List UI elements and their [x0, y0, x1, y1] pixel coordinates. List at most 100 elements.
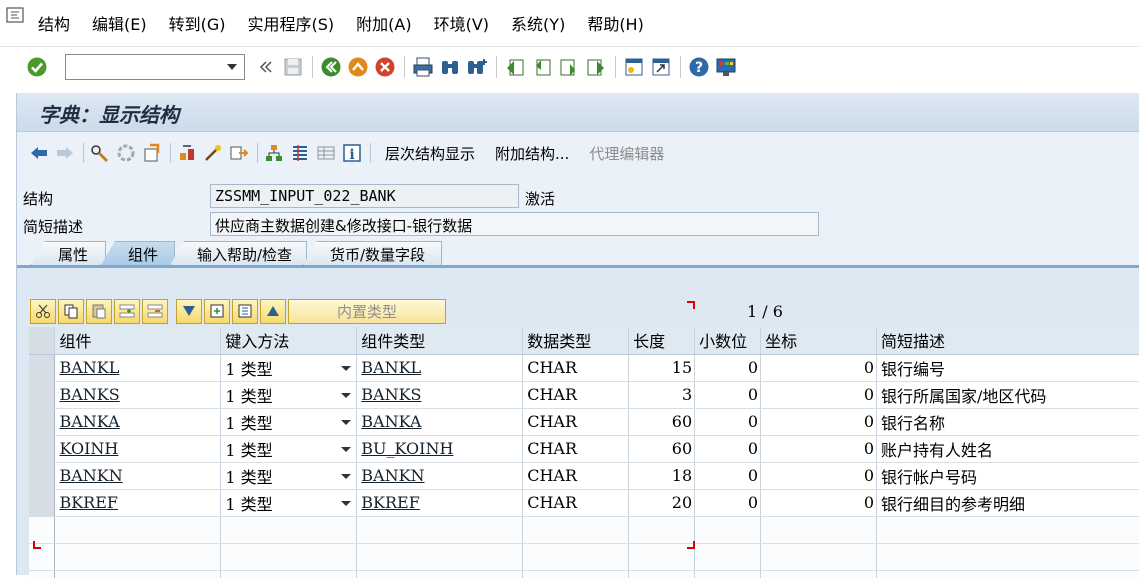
menu-extras[interactable]: 附加(A) — [345, 11, 422, 35]
dropdown-arrow-icon[interactable] — [341, 365, 352, 371]
filter-up-icon[interactable] — [260, 298, 286, 324]
row-selector[interactable] — [29, 408, 56, 436]
component-type-cell[interactable]: BANKL — [356, 354, 524, 382]
row-selector[interactable] — [29, 381, 56, 409]
exit-icon[interactable] — [345, 54, 370, 79]
dropdown-arrow-icon[interactable] — [341, 446, 352, 452]
decimals-cell[interactable]: 0 — [694, 462, 762, 490]
tab-components[interactable]: 组件 — [101, 241, 175, 265]
component-type-cell[interactable]: BKREF — [356, 489, 524, 517]
back-arrow-icon[interactable] — [27, 142, 50, 165]
row-selector[interactable] — [29, 570, 56, 578]
delete-row-icon[interactable] — [142, 298, 168, 324]
activate-icon[interactable] — [114, 142, 137, 165]
save-icon[interactable] — [280, 54, 305, 79]
info-icon[interactable]: i — [340, 142, 363, 165]
row-selector[interactable] — [29, 462, 56, 490]
component-type-cell[interactable]: BANKA — [356, 408, 524, 436]
length-cell[interactable]: 18 — [628, 462, 696, 490]
data-type-cell[interactable]: CHAR — [522, 462, 630, 490]
component-cell[interactable]: BANKN — [54, 462, 222, 490]
forward-arrow-icon[interactable] — [53, 142, 76, 165]
component-cell[interactable]: KOINH — [54, 435, 222, 463]
hierarchy-icon[interactable] — [262, 142, 285, 165]
print-icon[interactable] — [410, 54, 435, 79]
column-header-decimals[interactable]: 小数位 — [694, 327, 762, 355]
table-layout-icon[interactable] — [288, 142, 311, 165]
wizard-icon[interactable] — [201, 142, 224, 165]
copy-row-icon[interactable] — [58, 298, 84, 324]
row-selector[interactable] — [29, 516, 56, 544]
short-description-cell[interactable]: 银行名称 — [876, 408, 1139, 436]
tab-attributes[interactable]: 属性 — [31, 241, 106, 265]
find-next-icon[interactable] — [464, 54, 489, 79]
decimals-cell[interactable]: 0 — [694, 489, 762, 517]
typing-method-cell[interactable]: 1 类型 — [220, 381, 358, 409]
row-selector[interactable] — [29, 435, 56, 463]
collapse-command-icon[interactable] — [253, 54, 278, 79]
coordinate-cell[interactable]: 0 — [760, 354, 878, 382]
cut-row-icon[interactable] — [30, 298, 56, 324]
column-header-short-description[interactable]: 简短描述 — [876, 327, 1139, 355]
menu-system[interactable]: 系统(Y) — [500, 11, 576, 35]
shortcut-icon[interactable] — [648, 54, 673, 79]
component-type-cell[interactable]: BANKS — [356, 381, 524, 409]
coordinate-cell[interactable]: 0 — [760, 462, 878, 490]
data-type-cell[interactable]: CHAR — [522, 435, 630, 463]
length-cell[interactable]: 60 — [628, 408, 696, 436]
decimals-cell[interactable]: 0 — [694, 435, 762, 463]
data-type-cell[interactable]: CHAR — [522, 354, 630, 382]
data-type-cell[interactable]: CHAR — [522, 381, 630, 409]
back-icon[interactable] — [318, 54, 343, 79]
short-description-cell[interactable]: 银行编号 — [876, 354, 1139, 382]
row-selector[interactable] — [29, 489, 56, 517]
where-used-icon[interactable] — [140, 142, 163, 165]
typing-method-cell[interactable]: 1 类型 — [220, 408, 358, 436]
column-header-typing-method[interactable]: 键入方法 — [220, 327, 358, 355]
length-cell[interactable]: 3 — [628, 381, 696, 409]
sap-menu-icon[interactable] — [0, 0, 30, 38]
decimals-cell[interactable]: 0 — [694, 408, 762, 436]
coordinate-cell[interactable]: 0 — [760, 408, 878, 436]
component-type-cell[interactable]: BANKN — [356, 462, 524, 490]
short-description-cell[interactable]: 银行帐户号码 — [876, 462, 1139, 490]
column-header-coordinate[interactable]: 坐标 — [760, 327, 878, 355]
typing-method-cell[interactable]: 1 类型 — [220, 435, 358, 463]
grid-display-icon[interactable] — [314, 142, 337, 165]
coordinate-cell[interactable]: 0 — [760, 489, 878, 517]
length-cell[interactable]: 20 — [628, 489, 696, 517]
typing-method-cell[interactable]: 1 类型 — [220, 489, 358, 517]
column-header-component-type[interactable]: 组件类型 — [356, 327, 524, 355]
append-structure-button[interactable]: 附加结构... — [485, 143, 579, 164]
object-list-icon[interactable] — [175, 142, 198, 165]
find-icon[interactable] — [437, 54, 462, 79]
tab-currency-quantity-fields[interactable]: 货币/数量字段 — [303, 241, 442, 265]
column-header-component[interactable]: 组件 — [54, 327, 222, 355]
column-header-data-type[interactable]: 数据类型 — [522, 327, 630, 355]
decimals-cell[interactable]: 0 — [694, 381, 762, 409]
menu-goto[interactable]: 转到(G) — [158, 11, 237, 35]
component-cell[interactable]: BKREF — [54, 489, 222, 517]
menu-structure[interactable]: 结构 — [30, 11, 81, 35]
first-page-icon[interactable] — [502, 54, 527, 79]
command-field-dropdown-icon[interactable] — [227, 63, 237, 70]
cancel-icon[interactable] — [372, 54, 397, 79]
expand-structure-icon[interactable] — [232, 298, 258, 324]
component-type-cell[interactable]: BU_KOINH — [356, 435, 524, 463]
builtin-type-button[interactable]: 内置类型 — [288, 298, 446, 324]
display-change-icon[interactable] — [88, 142, 111, 165]
column-header-length[interactable]: 长度 — [628, 327, 696, 355]
next-page-icon[interactable] — [556, 54, 581, 79]
coordinate-cell[interactable]: 0 — [760, 435, 878, 463]
menu-environment[interactable]: 环境(V) — [423, 11, 500, 35]
component-cell[interactable]: BANKS — [54, 381, 222, 409]
data-type-cell[interactable]: CHAR — [522, 489, 630, 517]
short-description-field[interactable]: 供应商主数据创建&修改接口-银行数据 — [210, 212, 819, 236]
filter-down-icon[interactable] — [176, 298, 202, 324]
customize-layout-icon[interactable] — [713, 54, 738, 79]
structure-name-field[interactable]: ZSSMM_INPUT_022_BANK — [210, 184, 519, 208]
dropdown-arrow-icon[interactable] — [341, 419, 352, 425]
command-field[interactable] — [65, 53, 245, 80]
help-icon[interactable]: ? — [686, 54, 711, 79]
length-cell[interactable]: 15 — [628, 354, 696, 382]
